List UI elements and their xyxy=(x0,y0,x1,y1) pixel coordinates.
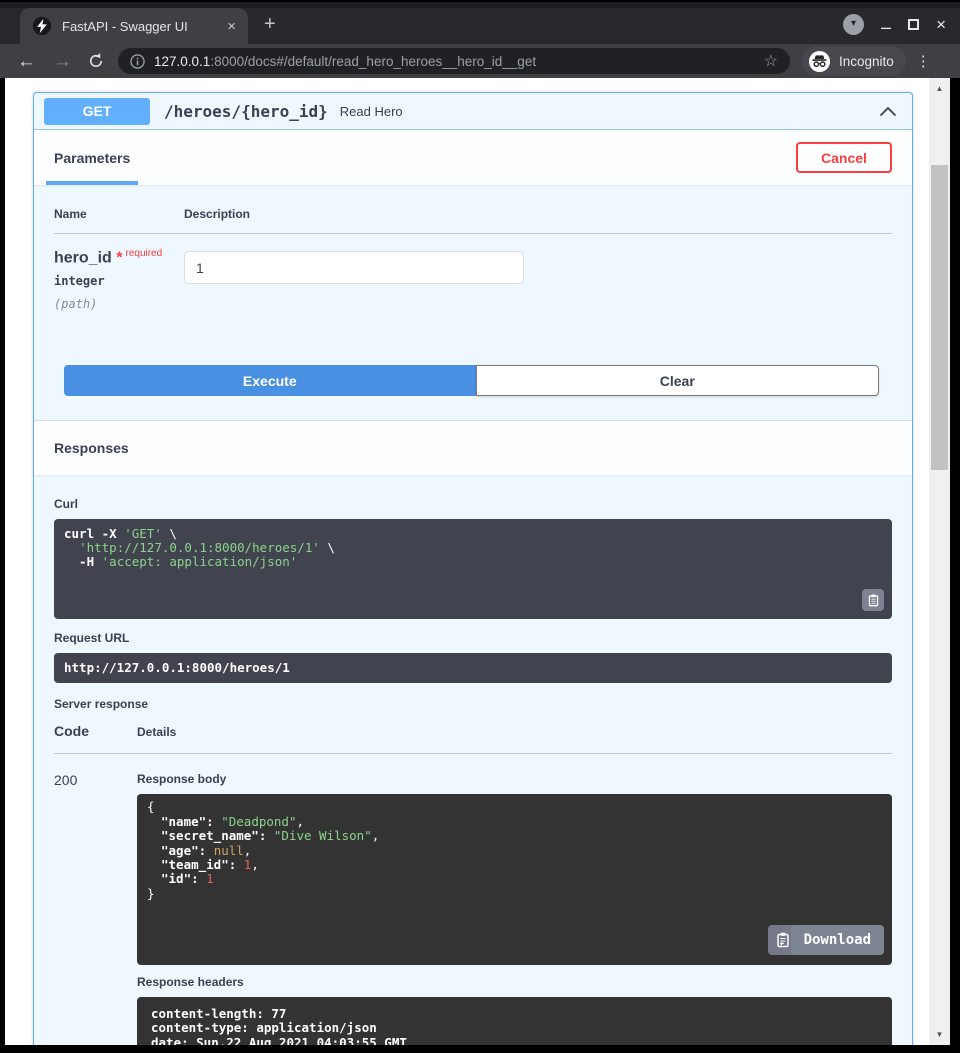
column-code: Code xyxy=(54,723,137,739)
parameters-body: Name Description hero_id *required integ… xyxy=(34,185,912,353)
response-headers-block: content-length: 77content-type: applicat… xyxy=(137,997,892,1045)
favicon-fastapi-icon xyxy=(32,16,52,36)
status-code: 200 xyxy=(54,766,137,1045)
tab-close-icon[interactable]: × xyxy=(227,19,236,34)
json-row: "team_id": 1, xyxy=(147,858,882,872)
column-name: Name xyxy=(54,207,184,221)
parameter-value-cell xyxy=(184,248,524,311)
browser-toolbar: ← → 127.0.0.1:8000/docs#/default/read_he… xyxy=(0,44,960,78)
header-line: content-length: 77 xyxy=(151,1007,882,1022)
reload-icon[interactable] xyxy=(87,52,105,70)
parameter-meta: hero_id *required integer (path) xyxy=(54,248,184,311)
parameters-table-header: Name Description xyxy=(54,207,892,234)
url-bar[interactable]: 127.0.0.1:8000/docs#/default/read_hero_h… xyxy=(118,48,790,74)
download-button[interactable]: Download xyxy=(791,925,884,955)
endpoint-path: /heroes/{hero_id} xyxy=(164,102,328,121)
parameter-name: hero_id *required xyxy=(54,248,184,267)
new-tab-button[interactable]: + xyxy=(264,13,276,36)
server-response-label: Server response xyxy=(54,697,892,711)
endpoint-summary: Read Hero xyxy=(340,104,403,119)
tab-parameters[interactable]: Parameters xyxy=(54,130,130,185)
json-row: "secret_name": "Dive Wilson", xyxy=(147,829,882,843)
scrollbar[interactable]: ▲ ▼ xyxy=(929,78,950,1045)
swagger-page: GET /heroes/{hero_id} Read Hero Paramete… xyxy=(5,78,950,1045)
scroll-up-icon[interactable]: ▲ xyxy=(929,84,950,93)
bookmark-star-icon[interactable]: ☆ xyxy=(764,51,778,71)
response-headers-label: Response headers xyxy=(137,975,892,989)
browser-caret-icon[interactable]: ▾ xyxy=(843,14,864,35)
browser-menu-icon[interactable]: ⋮ xyxy=(916,52,931,70)
request-url-block: http://127.0.0.1:8000/heroes/1 xyxy=(54,653,892,683)
curl-label: Curl xyxy=(54,497,892,511)
browser-window: FastAPI - Swagger UI × + ▾ – × ← → 127.0… xyxy=(0,0,960,1053)
cancel-button[interactable]: Cancel xyxy=(796,142,892,173)
column-details: Details xyxy=(137,725,176,739)
scrollbar-thumb[interactable] xyxy=(931,165,948,470)
response-body-label: Response body xyxy=(137,772,892,786)
close-button[interactable]: × xyxy=(936,17,946,33)
browser-chrome: FastAPI - Swagger UI × + ▾ – × ← → 127.0… xyxy=(0,0,960,78)
forward-icon[interactable]: → xyxy=(53,52,72,71)
server-response-table-header: Code Details xyxy=(54,711,892,754)
window-controls: ▾ – × xyxy=(843,14,946,35)
request-url-label: Request URL xyxy=(54,631,892,645)
parameter-row: hero_id *required integer (path) xyxy=(54,234,892,311)
responses-inner: Curl curl -X 'GET' \ 'http://127.0.0.1:8… xyxy=(34,475,912,1045)
curl-line: -H 'accept: application/json' xyxy=(64,555,882,569)
curl-code-block: curl -X 'GET' \ 'http://127.0.0.1:8000/h… xyxy=(54,519,892,619)
json-row: "name": "Deadpond", xyxy=(147,815,882,829)
required-star: * xyxy=(116,249,122,266)
parameters-header: Parameters Cancel xyxy=(34,130,912,185)
maximize-button[interactable] xyxy=(908,19,919,30)
method-badge-get: GET xyxy=(44,98,150,125)
opblock-get-heroes: GET /heroes/{hero_id} Read Hero Paramete… xyxy=(33,92,913,1045)
curl-line: 'http://127.0.0.1:8000/heroes/1' \ xyxy=(64,541,882,555)
parameter-location: (path) xyxy=(54,297,184,311)
scroll-down-icon[interactable]: ▼ xyxy=(929,1030,950,1039)
required-label: required xyxy=(125,248,162,259)
url-host: 127.0.0.1 xyxy=(154,54,210,69)
url-path: :8000/docs#/default/read_hero_heroes__he… xyxy=(210,54,536,69)
site-info-icon[interactable] xyxy=(130,54,145,69)
incognito-label: Incognito xyxy=(839,54,894,69)
incognito-icon xyxy=(808,50,831,73)
header-line: date: Sun,22 Aug 2021 04:03:55 GMT xyxy=(151,1036,882,1045)
json-row: "age": null, xyxy=(147,844,882,858)
responses-title: Responses xyxy=(54,440,129,456)
clear-button[interactable]: Clear xyxy=(476,365,879,396)
curl-line: curl -X 'GET' \ xyxy=(64,527,882,541)
hero-id-input[interactable] xyxy=(184,251,524,284)
back-icon[interactable]: ← xyxy=(17,52,36,71)
incognito-badge: Incognito xyxy=(802,46,906,76)
server-response-row: 200 Response body {"name": "Deadpond","s… xyxy=(54,754,892,1045)
response-details: Response body {"name": "Deadpond","secre… xyxy=(137,766,892,1045)
json-row: "id": 1 xyxy=(147,872,882,886)
url-text: 127.0.0.1:8000/docs#/default/read_hero_h… xyxy=(154,54,536,69)
column-description: Description xyxy=(184,207,250,221)
responses-header: Responses xyxy=(34,420,912,475)
tab-title: FastAPI - Swagger UI xyxy=(62,19,227,34)
parameter-type: integer xyxy=(54,274,184,288)
copy-curl-button[interactable] xyxy=(862,589,884,611)
opblock-summary[interactable]: GET /heroes/{hero_id} Read Hero xyxy=(34,93,912,130)
collapse-chevron-icon[interactable] xyxy=(878,103,898,120)
window-frame-top xyxy=(0,0,960,8)
page-content: GET /heroes/{hero_id} Read Hero Paramete… xyxy=(5,78,950,1045)
header-line: content-type: application/json xyxy=(151,1021,882,1036)
browser-tab[interactable]: FastAPI - Swagger UI × xyxy=(20,8,248,44)
parameters-tab-label: Parameters xyxy=(54,150,130,166)
response-body-block: {"name": "Deadpond","secret_name": "Dive… xyxy=(137,794,892,964)
minimize-button[interactable]: – xyxy=(881,20,891,34)
execute-button[interactable]: Execute xyxy=(64,365,476,396)
execute-row: Execute Clear xyxy=(64,365,879,396)
